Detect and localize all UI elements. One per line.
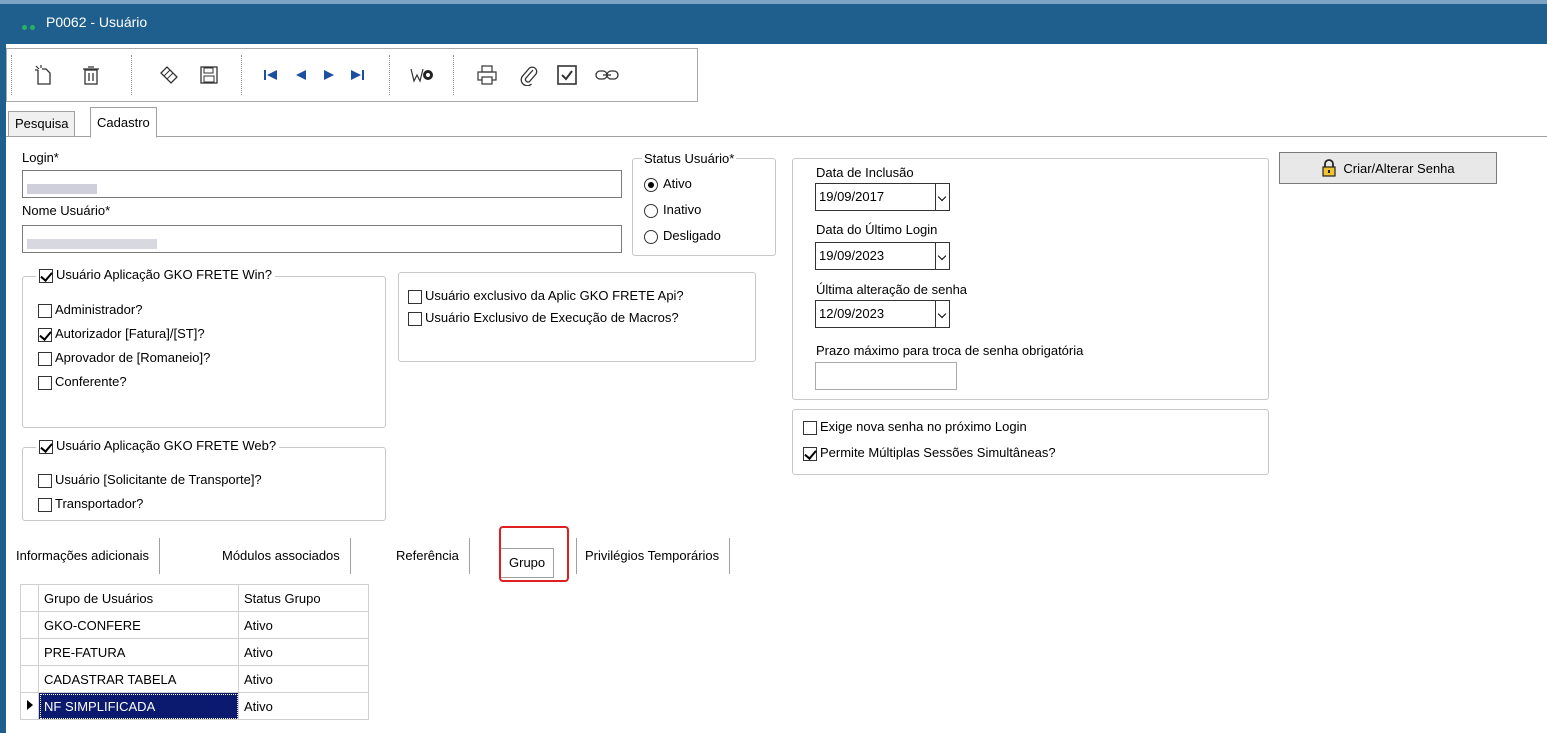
grupo-tab-highlight bbox=[499, 526, 569, 582]
web-group-toggle[interactable]: Usuário Aplicação GKO FRETE Web? bbox=[36, 438, 280, 454]
redacted-nome bbox=[27, 238, 157, 249]
grid-cell-status[interactable]: Ativo bbox=[238, 692, 369, 720]
grid-cell-grupo-selected[interactable]: NF SIMPLIFICADA bbox=[38, 692, 239, 720]
checkbox-exclusivo-macros[interactable]: Usuário Exclusivo de Execução de Macros? bbox=[408, 310, 679, 326]
grid-cell-grupo[interactable]: PRE-FATURA bbox=[38, 638, 239, 666]
save-icon[interactable] bbox=[195, 61, 223, 89]
grid-cell-grupo[interactable]: CADASTRAR TABELA bbox=[38, 665, 239, 693]
trash-icon[interactable] bbox=[77, 61, 105, 89]
main-tabs: Pesquisa Cadastro bbox=[6, 107, 1547, 138]
prazo-label: Prazo máximo para troca de senha obrigat… bbox=[816, 343, 1084, 358]
current-row-indicator[interactable] bbox=[20, 692, 39, 720]
win-group-toggle[interactable]: Usuário Aplicação GKO FRETE Win? bbox=[36, 267, 276, 283]
checkbox-icon bbox=[38, 303, 52, 318]
grid-corner bbox=[20, 584, 39, 612]
prazo-input[interactable] bbox=[815, 362, 957, 390]
checkbox-solicitante[interactable]: Usuário [Solicitante de Transporte]? bbox=[38, 472, 262, 488]
table-row[interactable]: CADASTRAR TABELA Ativo bbox=[20, 665, 369, 693]
nome-input[interactable] bbox=[22, 225, 622, 253]
status-option-inativo[interactable]: Inativo bbox=[644, 202, 701, 218]
checkbox-multiplas-sessoes[interactable]: Permite Múltiplas Sessões Simultâneas? bbox=[803, 445, 1056, 461]
grupo-grid: Grupo de Usuários Status Grupo GKO-CONFE… bbox=[20, 584, 369, 720]
new-document-icon[interactable] bbox=[29, 61, 57, 89]
ultimo-login-label: Data do Último Login bbox=[816, 222, 938, 237]
checkbox-administrador[interactable]: Administrador? bbox=[38, 302, 142, 318]
check-icon[interactable] bbox=[553, 61, 581, 89]
tab-informacoes-adicionais[interactable]: Informações adicionais bbox=[6, 538, 160, 574]
checkbox-autorizador[interactable]: Autorizador [Fatura]/[ST]? bbox=[38, 326, 205, 342]
status-label: Status Usuário* bbox=[642, 151, 737, 166]
checkbox-icon bbox=[408, 289, 422, 304]
grid-cell-status[interactable]: Ativo bbox=[238, 638, 369, 666]
checkbox-icon bbox=[38, 327, 52, 342]
ultimo-login-picker[interactable]: 19/09/2023 bbox=[815, 242, 950, 270]
first-record-icon[interactable] bbox=[257, 61, 285, 89]
table-row[interactable]: NF SIMPLIFICADA Ativo bbox=[20, 692, 369, 720]
data-inclusao-label: Data de Inclusão bbox=[816, 165, 914, 180]
grid-header-grupo[interactable]: Grupo de Usuários bbox=[38, 584, 239, 612]
toolbar bbox=[6, 48, 698, 102]
row-indicator[interactable] bbox=[20, 638, 39, 666]
attach-icon[interactable] bbox=[515, 61, 543, 89]
login-label: Login* bbox=[22, 150, 59, 165]
row-indicator[interactable] bbox=[20, 611, 39, 639]
checkbox-icon bbox=[38, 473, 52, 488]
nome-label: Nome Usuário* bbox=[22, 203, 111, 218]
print-icon[interactable] bbox=[473, 61, 501, 89]
checkbox-exclusivo-api[interactable]: Usuário exclusivo da Aplic GKO FRETE Api… bbox=[408, 288, 684, 304]
status-option-desligado[interactable]: Desligado bbox=[644, 228, 721, 244]
alteracao-senha-picker[interactable]: 12/09/2023 bbox=[815, 300, 950, 328]
redacted-login bbox=[27, 183, 97, 194]
checkbox-icon bbox=[38, 497, 52, 512]
status-option-ativo[interactable]: Ativo bbox=[644, 176, 692, 192]
tab-modulos-associados[interactable]: Módulos associados bbox=[206, 538, 351, 574]
lock-icon bbox=[1322, 159, 1336, 177]
checkbox-icon bbox=[38, 351, 52, 366]
checkbox-icon bbox=[39, 268, 53, 283]
checkbox-aprovador[interactable]: Aprovador de [Romaneio]? bbox=[38, 350, 210, 366]
checkbox-icon bbox=[38, 375, 52, 390]
radio-icon bbox=[644, 229, 658, 244]
chevron-down-icon[interactable] bbox=[935, 243, 949, 269]
window-status-dots bbox=[22, 18, 38, 30]
previous-record-icon[interactable] bbox=[287, 61, 315, 89]
chevron-down-icon[interactable] bbox=[935, 184, 949, 210]
next-record-icon[interactable] bbox=[315, 61, 343, 89]
edit-icon[interactable] bbox=[155, 61, 183, 89]
row-indicator[interactable] bbox=[20, 665, 39, 693]
table-row[interactable]: GKO-CONFERE Ativo bbox=[20, 611, 369, 639]
checkbox-transportador[interactable]: Transportador? bbox=[38, 496, 143, 512]
checkbox-icon bbox=[803, 446, 817, 461]
checkbox-icon bbox=[408, 311, 422, 326]
criar-alterar-senha-button[interactable]: Criar/Alterar Senha bbox=[1279, 152, 1497, 184]
grid-cell-status[interactable]: Ativo bbox=[238, 665, 369, 693]
radio-icon bbox=[644, 177, 658, 192]
alteracao-senha-label: Última alteração de senha bbox=[816, 282, 968, 297]
radio-icon bbox=[644, 203, 658, 218]
last-record-icon[interactable] bbox=[343, 61, 371, 89]
tab-cadastro[interactable]: Cadastro bbox=[90, 107, 157, 138]
checkbox-conferente[interactable]: Conferente? bbox=[38, 374, 127, 390]
tab-privilegios-temporarios[interactable]: Privilégios Temporários bbox=[576, 538, 731, 574]
data-inclusao-picker[interactable]: 19/09/2017 bbox=[815, 183, 950, 211]
checkbox-icon bbox=[803, 420, 817, 435]
tab-referencia[interactable]: Referência bbox=[382, 538, 470, 574]
search-icon[interactable] bbox=[407, 61, 435, 89]
grid-header-status[interactable]: Status Grupo bbox=[238, 584, 369, 612]
chevron-down-icon[interactable] bbox=[935, 301, 949, 327]
table-row[interactable]: PRE-FATURA Ativo bbox=[20, 638, 369, 666]
window-title: P0062 - Usuário bbox=[46, 14, 148, 30]
grid-cell-grupo[interactable]: GKO-CONFERE bbox=[38, 611, 239, 639]
row-pointer-icon bbox=[26, 699, 33, 710]
checkbox-icon bbox=[39, 439, 53, 454]
title-bar bbox=[0, 0, 1547, 44]
tab-pesquisa[interactable]: Pesquisa bbox=[8, 111, 76, 137]
login-input[interactable] bbox=[22, 170, 622, 198]
link-icon[interactable] bbox=[593, 61, 621, 89]
checkbox-exige-nova-senha[interactable]: Exige nova senha no próximo Login bbox=[803, 419, 1027, 435]
grid-cell-status[interactable]: Ativo bbox=[238, 611, 369, 639]
